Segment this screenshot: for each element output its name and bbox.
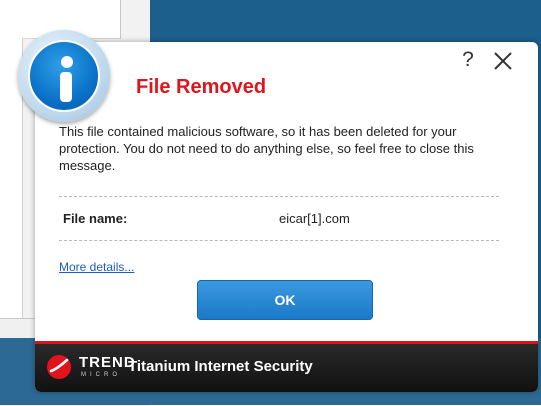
close-button[interactable] (490, 48, 516, 74)
file-name-label: File name: (63, 211, 128, 226)
trend-micro-logo-icon (47, 355, 71, 379)
ok-button[interactable]: OK (197, 280, 373, 320)
close-icon (494, 52, 512, 70)
product-name: Titanium Internet Security (128, 358, 313, 375)
footer-bar: TREND MICRO Titanium Internet Security (35, 341, 538, 392)
dialog-title: File Removed (136, 76, 267, 98)
dialog-message: This file contained malicious software, … (59, 124, 474, 173)
brand-subtext: MICRO (81, 372, 121, 378)
footer-accent-line (35, 341, 538, 344)
more-details-link[interactable]: More details... (59, 260, 134, 274)
file-name-value: eicar[1].com (279, 211, 350, 226)
ok-button-label: OK (274, 292, 296, 308)
help-button[interactable]: ? (457, 48, 479, 74)
divider-top (59, 196, 499, 197)
divider-bottom (59, 240, 499, 241)
file-removed-dialog: File Removed ? This file contained malic… (35, 42, 538, 392)
info-icon (18, 30, 110, 122)
